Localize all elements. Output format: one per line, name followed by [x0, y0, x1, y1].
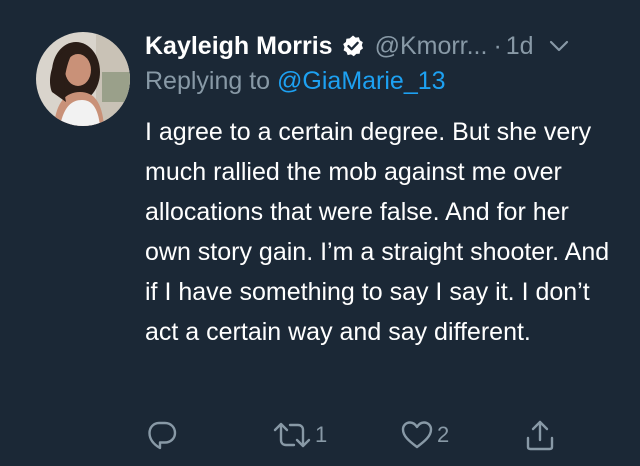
retweet-button[interactable]: 1: [272, 415, 327, 455]
share-button[interactable]: [524, 415, 556, 455]
avatar[interactable]: [36, 32, 130, 126]
verified-badge-icon: [341, 34, 365, 58]
author-name[interactable]: Kayleigh Morris: [145, 32, 333, 61]
separator-dot: ·: [493, 31, 502, 60]
like-count: 2: [437, 422, 450, 447]
timestamp[interactable]: 1d: [506, 32, 534, 61]
tweet-text: I agree to a certain degree. But she ver…: [145, 118, 610, 346]
retweet-icon: [272, 419, 312, 451]
replying-to-handle-link[interactable]: @GiaMarie_13: [277, 67, 446, 95]
retweet-count: 1: [315, 422, 328, 447]
like-button[interactable]: 2: [400, 415, 449, 455]
tweet-header: Kayleigh Morris @Kmorr... · 1d: [145, 29, 620, 63]
heart-icon: [400, 419, 434, 451]
author-handle[interactable]: @Kmorr...: [375, 32, 488, 61]
share-icon: [524, 418, 556, 452]
action-bar: 1 2: [0, 415, 640, 455]
replying-to: Replying to @GiaMarie_13: [145, 67, 446, 96]
chevron-down-icon[interactable]: [548, 35, 570, 57]
tweet[interactable]: Kayleigh Morris @Kmorr... · 1d Replying …: [0, 0, 640, 466]
reply-button[interactable]: [146, 415, 178, 455]
replying-to-label: Replying to: [145, 67, 271, 95]
reply-icon: [146, 419, 178, 451]
